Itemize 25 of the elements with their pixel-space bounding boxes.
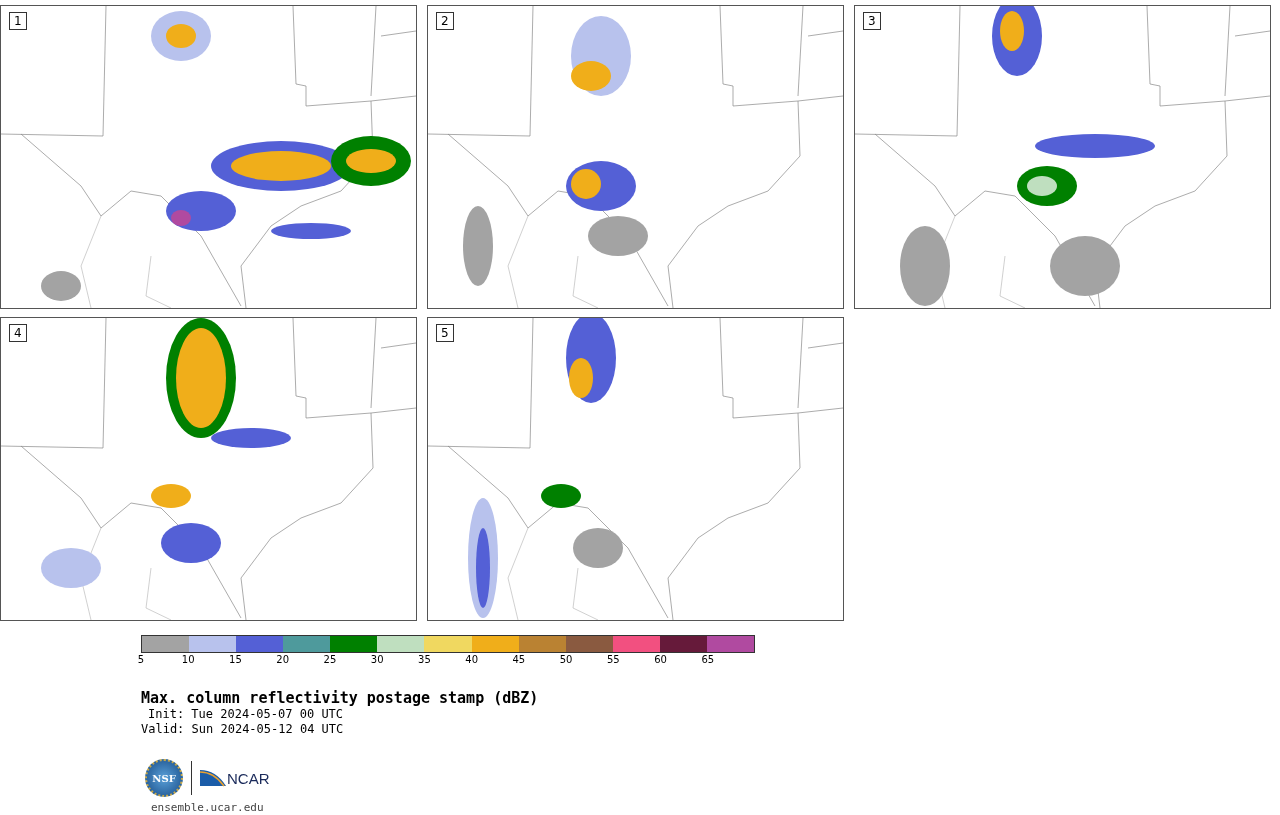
plot-title: Max. column reflectivity postage stamp (dBZ) — [141, 689, 539, 707]
nsf-logo: NSF — [145, 759, 183, 797]
valid-time-text: Valid: Sun 2024-05-12 04 UTC — [141, 722, 344, 737]
tick-label: 60 — [654, 654, 667, 665]
panel-number-label: 4 — [9, 324, 27, 342]
tick-label: 65 — [701, 654, 715, 665]
panel-number-label: 5 — [436, 324, 454, 342]
tick-label: 50 — [559, 654, 573, 665]
ncar-swoosh-icon — [200, 768, 226, 788]
site-url: ensemble.ucar.edu — [151, 801, 264, 814]
tick-label: 15 — [229, 654, 242, 665]
tick-label: 35 — [418, 654, 431, 665]
init-time-text: Init: Tue 2024-05-07 00 UTC — [147, 707, 344, 722]
panel-number-label: 3 — [863, 12, 881, 30]
tick-label: 45 — [512, 654, 526, 665]
tick-label: 55 — [607, 654, 620, 665]
tick-label: 40 — [465, 654, 478, 665]
tick-label: 10 — [181, 654, 195, 665]
panel-number-label: 2 — [436, 12, 454, 30]
tick-label: 20 — [276, 654, 290, 665]
tick-label: 30 — [370, 654, 384, 665]
ncar-logo-text: NCAR — [227, 769, 270, 787]
tick-label: 25 — [323, 654, 337, 665]
panel-number-label: 1 — [9, 12, 27, 30]
tick-label: 5 — [137, 654, 145, 665]
